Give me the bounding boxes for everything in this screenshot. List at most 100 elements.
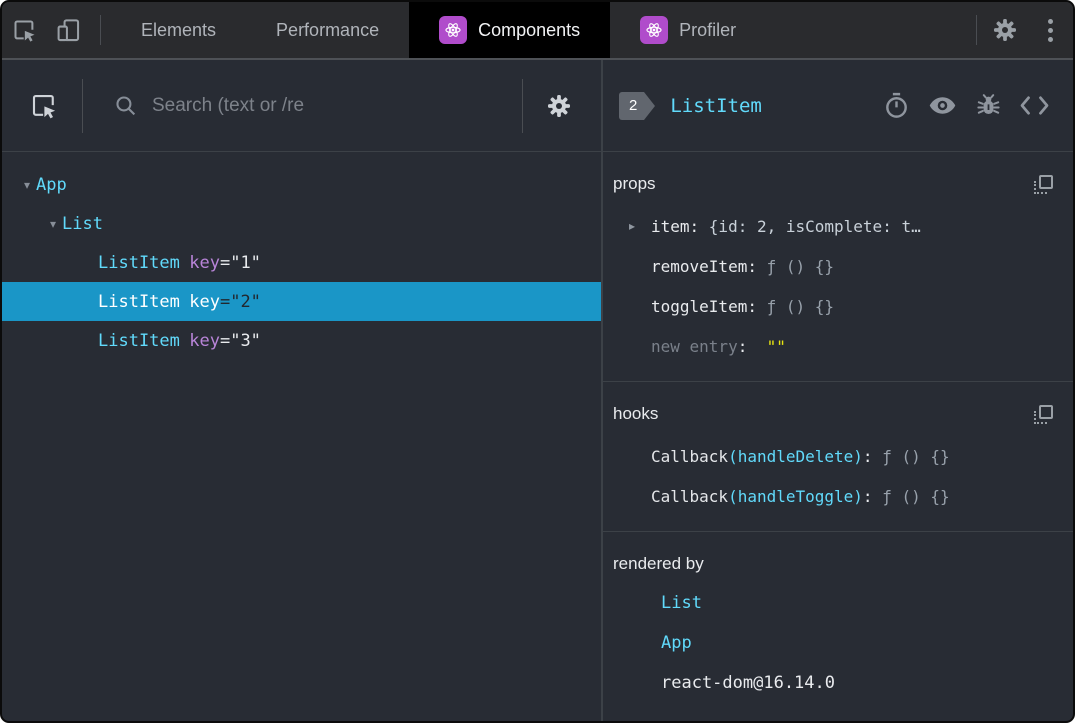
suspend-toggle-button[interactable] [873, 91, 919, 120]
toolbar-separator [82, 78, 83, 133]
prop-name: removeItem [651, 256, 748, 276]
prop-colon: : [747, 256, 767, 276]
details-sections: props ▸ item: {id: 2, isComplete: t… remov… [603, 152, 1073, 721]
prop-value: ƒ () {} [766, 256, 835, 276]
prop-row[interactable]: ▸ item: {id: 2, isComplete: t… [613, 206, 1059, 246]
key-attr-value: "2" [230, 291, 261, 312]
prop-row[interactable]: new entry: "" [613, 326, 1059, 366]
expand-arrow-icon[interactable]: ▾ [18, 178, 36, 192]
devtools-settings-button[interactable] [983, 2, 1027, 58]
prop-row[interactable]: removeItem: ƒ () {} [613, 246, 1059, 286]
code-brackets-icon [1019, 93, 1050, 118]
prop-value: "" [756, 336, 786, 356]
hook-name: (handleToggle) [728, 486, 863, 506]
tab-label: Profiler [679, 19, 737, 40]
prop-name: toggleItem [651, 296, 748, 316]
component-name: ListItem [98, 330, 180, 351]
prop-colon: : [747, 296, 767, 316]
tree-row[interactable]: ▾ App [2, 165, 601, 204]
prop-name[interactable]: new entry [651, 337, 738, 356]
component-tree: ▾ App ▾ List ListItem key = "1" ListItem key = "2" L… [2, 152, 601, 360]
components-panel: ▾App▾ListListItemkey="1"ListItemkey="2"L… [2, 60, 1073, 721]
tab-label: Elements [141, 19, 217, 40]
inspect-element-button[interactable] [2, 2, 46, 58]
devtools-menu-button[interactable] [1027, 2, 1073, 58]
key-attr-eq: = [219, 291, 231, 312]
search-input[interactable] [152, 94, 452, 117]
selected-component-name: ListItem [670, 94, 762, 117]
key-attr-name: key [189, 291, 220, 312]
hook-row[interactable]: Callback (handleToggle): ƒ () {} [613, 476, 1059, 516]
owner-link[interactable]: App [661, 633, 692, 653]
tree-toolbar [2, 60, 601, 152]
prop-colon: : [737, 336, 757, 356]
devtools-window: Elements Performance Components Profiler… [0, 0, 1075, 723]
tab-label: Performance [276, 19, 380, 40]
tab-performance[interactable]: Performance [246, 2, 409, 58]
inspect-dom-button[interactable] [919, 90, 965, 121]
rendered-by-row: react-dom@16.14.0 [613, 663, 1059, 703]
toolbar-separator [100, 15, 101, 45]
prop-value: ƒ () {} [766, 296, 835, 316]
key-attr-name: key [189, 330, 220, 351]
section-title: rendered by [613, 554, 704, 573]
devtools-tab-bar: Elements Performance Components Profiler [2, 2, 1073, 60]
toolbar-separator [522, 78, 523, 133]
hook-colon: : [862, 446, 883, 466]
section-title: props [613, 174, 656, 193]
prop-value: {id: 2, isComplete: t… [708, 216, 921, 236]
hook-type: Callback [651, 486, 729, 506]
hook-colon: : [862, 486, 883, 506]
tab-elements[interactable]: Elements [111, 2, 246, 58]
props-section: props ▸ item: {id: 2, isComplete: t… remov… [603, 152, 1073, 382]
prop-row[interactable]: toggleItem: ƒ () {} [613, 286, 1059, 326]
tree-row[interactable]: ▾ List [2, 204, 601, 243]
prop-colon: : [689, 216, 709, 236]
tab-components[interactable]: Components [409, 2, 611, 58]
eye-icon [927, 90, 958, 121]
log-to-console-button[interactable] [965, 92, 1011, 119]
tree-row[interactable]: ListItem key = "1" [2, 243, 601, 282]
view-source-button[interactable] [1011, 93, 1057, 118]
component-details-panel: 2 ListItem props ▸ item: {id: 2, isComp… [603, 60, 1073, 721]
rendered-by-section: rendered by List App react-dom@16.14.0 [603, 532, 1073, 718]
key-attr-eq: = [219, 252, 231, 273]
hook-type: Callback [651, 446, 729, 466]
select-element-button[interactable] [24, 91, 64, 121]
gear-icon [544, 91, 574, 121]
hooks-section: hooks Callback (handleDelete): ƒ () {} Cal… [603, 382, 1073, 532]
device-toolbar-button[interactable] [46, 2, 90, 58]
rendered-by-row: List [613, 583, 1059, 623]
tree-settings-button[interactable] [539, 91, 579, 121]
gear-icon [990, 15, 1020, 45]
expand-arrow-icon[interactable]: ▸ [629, 219, 635, 233]
copy-icon[interactable] [1034, 404, 1053, 424]
selection-index-badge: 2 [619, 91, 656, 120]
key-attr-value: "1" [230, 252, 261, 273]
expand-arrow-icon[interactable]: ▾ [44, 217, 62, 231]
inspect-cursor-icon [11, 17, 38, 44]
tree-row[interactable]: ListItem key = "2" [2, 282, 601, 321]
tab-profiler[interactable]: Profiler [610, 2, 766, 58]
tab-label: Components [478, 19, 581, 40]
kebab-icon [1047, 18, 1053, 24]
hook-row[interactable]: Callback (handleDelete): ƒ () {} [613, 436, 1059, 476]
react-atom-icon [439, 16, 468, 44]
section-title: hooks [613, 404, 659, 423]
component-name: List [62, 213, 103, 234]
key-attr-value: "3" [230, 330, 261, 351]
component-tree-panel: ▾App▾ListListItemkey="1"ListItemkey="2"L… [2, 60, 603, 721]
copy-icon[interactable] [1034, 174, 1053, 194]
key-attr-name: key [189, 252, 220, 273]
tree-row[interactable]: ListItem key = "3" [2, 321, 601, 360]
toolbar-separator [976, 15, 977, 45]
key-attr-eq: = [219, 330, 231, 351]
owner-link[interactable]: List [661, 593, 702, 613]
react-atom-icon [640, 16, 669, 44]
component-name: ListItem [98, 291, 180, 312]
component-name: ListItem [98, 252, 180, 273]
inspect-cursor-icon [29, 91, 59, 121]
prop-name: item [651, 216, 690, 236]
hook-name: (handleDelete) [728, 446, 863, 466]
bug-icon [975, 92, 1002, 119]
